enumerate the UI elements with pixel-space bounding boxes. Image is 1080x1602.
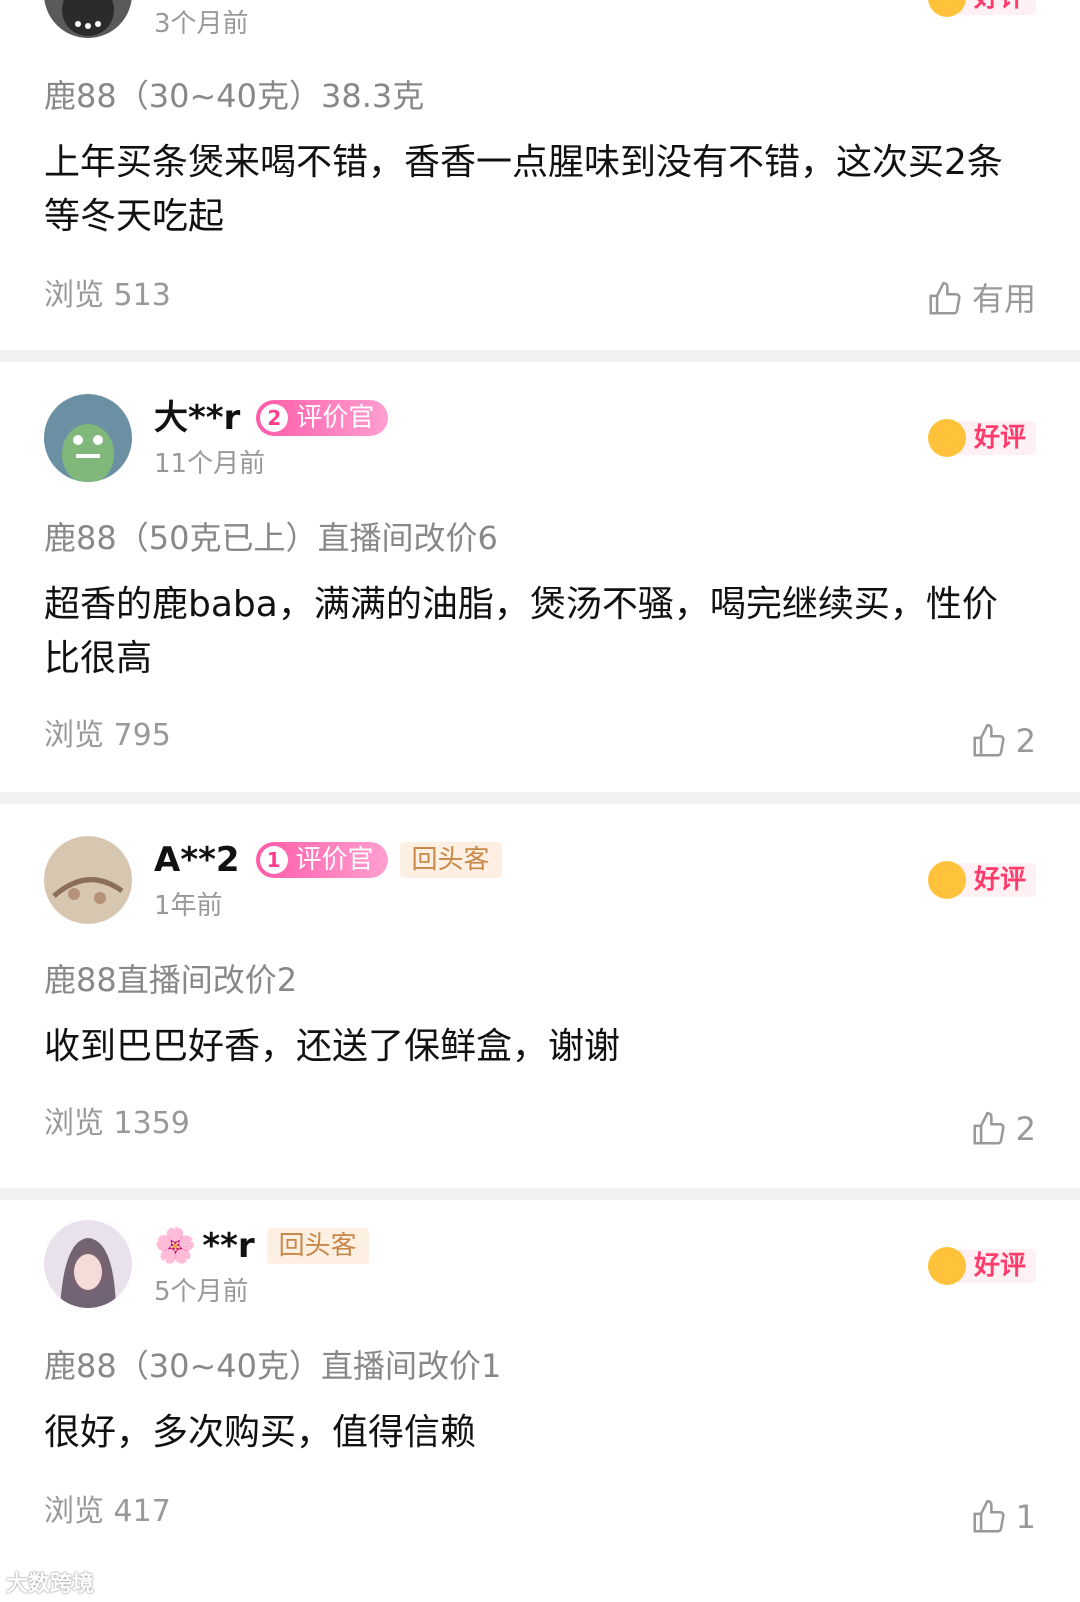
view-count: 浏览 513 bbox=[44, 278, 171, 313]
section-divider bbox=[0, 350, 1080, 362]
thumbs-up-icon bbox=[973, 1499, 1005, 1533]
username[interactable]: 🌸 **r 回头客 bbox=[154, 1226, 369, 1266]
rating-badge: 好评 bbox=[927, 860, 1036, 900]
view-count: 浏览 795 bbox=[44, 718, 171, 753]
product-spec: 鹿88（50克已上）直播间改价6 bbox=[44, 519, 498, 557]
review-time: 5个月前 bbox=[154, 1277, 249, 1307]
rating-badge: 好评 bbox=[927, 1246, 1036, 1286]
flower-icon: 🌸 bbox=[154, 1226, 197, 1266]
avatar[interactable] bbox=[44, 1220, 132, 1308]
product-spec: 鹿88（30~40克）38.3克 bbox=[44, 77, 425, 115]
like-button[interactable]: 2 bbox=[970, 1110, 1036, 1148]
review-time: 11个月前 bbox=[154, 449, 266, 479]
review-content: 超香的鹿baba，满满的油脂，煲汤不骚，喝完继续买，性价比很高 bbox=[44, 584, 998, 679]
username[interactable]: 大**r 2 评价官 bbox=[154, 398, 389, 438]
smile-face-icon bbox=[927, 1247, 966, 1285]
thumbs-up-icon bbox=[929, 281, 961, 315]
reviewer-badge: 2 评价官 bbox=[256, 400, 389, 436]
review-content: 上年买条煲来喝不错，香香一点腥味到没有不错，这次买2条等冬天吃起 bbox=[44, 142, 1003, 237]
review-card: 🌸 **r 回头客 5个月前 好评 鹿88（30~40克）直播间改价1 很好，多… bbox=[0, 1200, 1080, 1602]
review-time: 1年前 bbox=[154, 891, 223, 921]
section-divider bbox=[0, 792, 1080, 804]
rating-badge: 好评 bbox=[927, 0, 1036, 18]
review-card: A**2 1 评价官 回头客 1年前 好评 鹿88直播间改价2 收到巴巴好香，还… bbox=[0, 804, 1080, 1188]
return-customer-badge: 回头客 bbox=[399, 842, 502, 878]
return-customer-badge: 回头客 bbox=[266, 1228, 369, 1264]
review-card: 3个月前 好评 鹿88（30~40克）38.3克 上年买条煲来喝不错，香香一点腥… bbox=[0, 0, 1080, 350]
like-button[interactable]: 1 bbox=[970, 1498, 1036, 1536]
view-count: 浏览 417 bbox=[44, 1494, 171, 1529]
useful-button[interactable]: 有用 bbox=[926, 280, 1036, 318]
reviewer-badge: 1 评价官 bbox=[255, 842, 388, 878]
product-spec: 鹿88直播间改价2 bbox=[44, 961, 298, 999]
review-content: 收到巴巴好香，还送了保鲜盒，谢谢 bbox=[44, 1026, 621, 1067]
review-time: 3个月前 bbox=[154, 9, 249, 39]
view-count: 浏览 1359 bbox=[44, 1106, 190, 1141]
section-divider bbox=[0, 1188, 1080, 1200]
thumbs-up-icon bbox=[973, 1111, 1005, 1145]
review-card: 大**r 2 评价官 11个月前 好评 鹿88（50克已上）直播间改价6 超香的… bbox=[0, 362, 1080, 792]
avatar[interactable] bbox=[44, 394, 132, 482]
rating-badge: 好评 bbox=[927, 418, 1036, 458]
thumbs-up-icon bbox=[973, 723, 1005, 757]
watermark: 大数跨境 bbox=[6, 1572, 95, 1597]
review-content: 很好，多次购买，值得信赖 bbox=[44, 1412, 477, 1453]
username[interactable]: A**2 1 评价官 回头客 bbox=[154, 840, 502, 880]
like-button[interactable]: 2 bbox=[970, 722, 1036, 760]
smile-face-icon bbox=[927, 861, 966, 899]
product-spec: 鹿88（30~40克）直播间改价1 bbox=[44, 1347, 502, 1385]
avatar[interactable] bbox=[44, 836, 132, 924]
avatar[interactable] bbox=[44, 0, 132, 38]
smile-face-icon bbox=[927, 419, 966, 457]
